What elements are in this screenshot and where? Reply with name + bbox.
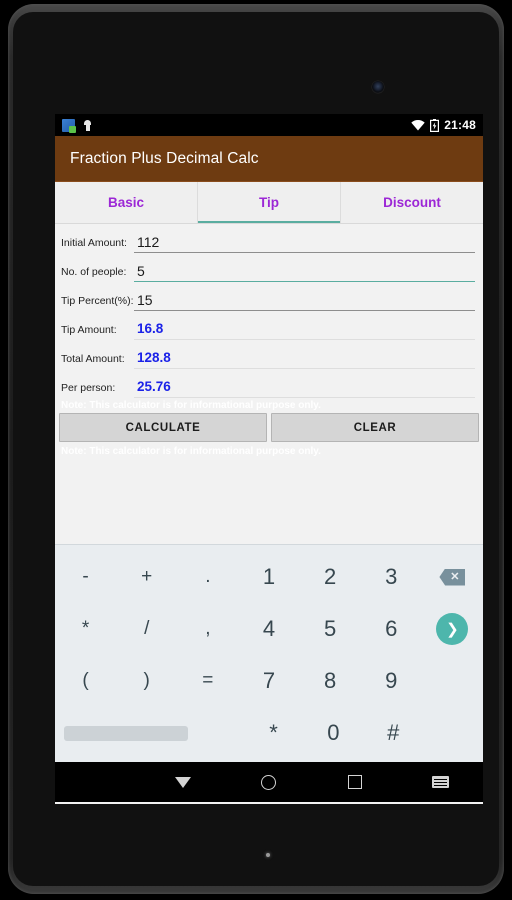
field-row-initial-amount: Initial Amount: 112 [55,224,483,253]
key-2[interactable]: 2 [300,551,361,603]
key-paren-close[interactable]: ) [116,655,177,707]
key-slash[interactable]: / [116,603,177,655]
tab-basic[interactable]: Basic [55,182,197,223]
tab-tip[interactable]: Tip [197,182,340,223]
key-space[interactable] [55,725,244,741]
nav-back-button[interactable] [141,776,227,788]
content-empty-area [55,458,483,544]
status-bar-right-icons: 21:48 [411,118,476,132]
nav-home-button[interactable] [226,774,312,790]
key-asterisk[interactable]: * [55,603,116,655]
enter-arrow-icon: ❯ [436,613,469,645]
value-total-amount: 128.8 [134,350,475,369]
recents-square-icon [347,775,362,789]
tab-discount-label: Discount [383,195,441,210]
note-top: Note: This calculator is for information… [61,400,321,411]
page-title: Fraction Plus Decimal Calc [70,149,259,167]
battery-charging-icon [430,118,440,132]
key-3[interactable]: 3 [361,551,422,603]
key-8[interactable]: 8 [300,655,361,707]
keyboard-row-1: - + . 1 2 3 ✕ [55,551,483,603]
action-button-group: CALCULATE CLEAR [55,412,483,444]
key-period[interactable]: . [177,551,238,603]
clear-button-label: CLEAR [353,421,397,434]
tab-tip-label: Tip [259,195,279,210]
backspace-icon: ✕ [439,568,466,586]
tab-bar: Basic Tip Discount [55,182,483,224]
keyboard-row-2: * / , 4 5 6 ❯ [55,603,483,655]
wifi-icon [411,119,425,130]
calculate-button-label: CALCULATE [125,421,201,434]
nav-keyboard-switch-button[interactable] [397,776,483,788]
key-minus[interactable]: - [55,551,116,603]
android-navigation-bar [55,762,483,802]
key-hash[interactable]: # [363,707,423,759]
status-bar: 21:48 [55,114,483,136]
result-row-total-amount: Total Amount: 128.8 [55,340,483,369]
value-per-person: 25.76 [134,379,475,398]
label-tip-amount: Tip Amount: [61,324,117,336]
app-notification-icon [62,118,76,133]
key-comma[interactable]: , [177,603,238,655]
back-triangle-icon [175,776,192,788]
key-asterisk-bottom[interactable]: * [244,707,304,759]
tab-basic-label: Basic [107,195,145,210]
value-tip-amount: 16.8 [134,321,475,340]
key-enter[interactable]: ❯ [422,613,483,645]
note-bottom: Note: This calculator is for information… [61,446,321,457]
front-camera-icon [372,81,384,93]
keyboard-switch-icon [431,776,449,788]
status-bar-clock: 21:48 [444,118,476,132]
input-initial-amount[interactable]: 112 [134,234,475,253]
label-tip-percent: Tip Percent(%): [61,295,134,307]
backspace-x-glyph: ✕ [450,570,460,583]
key-5[interactable]: 5 [300,603,361,655]
key-6[interactable]: 6 [361,603,422,655]
home-circle-icon [261,774,277,790]
key-4[interactable]: 4 [238,603,299,655]
app-title-bar: Fraction Plus Decimal Calc [55,136,483,182]
input-no-of-people[interactable]: 5 [134,263,475,282]
tab-discount[interactable]: Discount [340,182,483,223]
adb-icon [82,119,93,132]
key-backspace[interactable]: ✕ [422,568,483,586]
label-no-of-people: No. of people: [61,266,127,278]
key-7[interactable]: 7 [238,655,299,707]
key-paren-open[interactable]: ( [55,655,116,707]
calculate-button[interactable]: CALCULATE [59,413,267,442]
tablet-device-frame: 21:48 Fraction Plus Decimal Calc Basic T… [8,4,504,894]
input-tip-percent[interactable]: 15 [134,292,475,311]
nav-recents-button[interactable] [312,775,398,789]
label-initial-amount: Initial Amount: [61,237,127,249]
keyboard-row-3: ( ) = 7 8 9 [55,655,483,707]
notification-led [266,853,270,857]
calculator-form: Initial Amount: 112 No. of people: 5 Tip… [55,224,483,544]
key-1[interactable]: 1 [238,551,299,603]
key-equals[interactable]: = [177,655,238,707]
clear-button[interactable]: CLEAR [271,413,479,442]
field-row-no-of-people: No. of people: 5 [55,253,483,282]
field-row-tip-percent: Tip Percent(%): 15 [55,282,483,311]
key-plus[interactable]: + [116,551,177,603]
keyboard-row-4: * 0 # [55,707,483,759]
key-0[interactable]: 0 [303,707,363,759]
device-bezel: 21:48 Fraction Plus Decimal Calc Basic T… [13,12,499,886]
result-row-tip-amount: Tip Amount: 16.8 [55,311,483,340]
key-9[interactable]: 9 [361,655,422,707]
label-total-amount: Total Amount: [61,353,125,365]
space-bar-icon [64,725,188,741]
device-screen: 21:48 Fraction Plus Decimal Calc Basic T… [55,114,483,804]
result-row-per-person: Per person: 25.76 [55,369,483,398]
status-bar-left-icons [62,118,411,133]
label-per-person: Per person: [61,382,116,394]
on-screen-keyboard: - + . 1 2 3 ✕ * / , 4 5 6 ❯ () = 7 8 9 … [55,544,483,762]
